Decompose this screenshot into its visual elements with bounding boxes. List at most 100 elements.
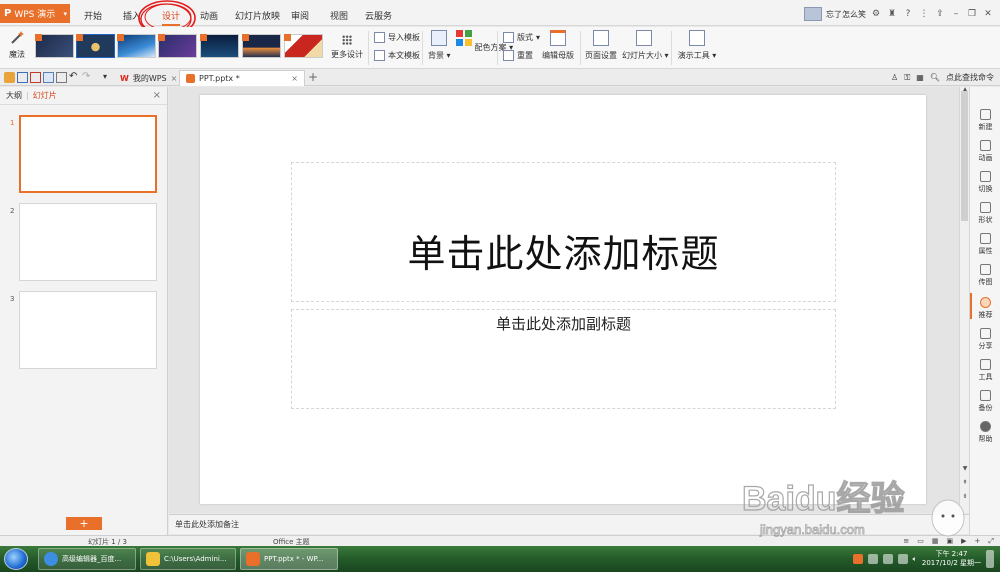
normal-view-icon[interactable]: ▭	[917, 537, 924, 546]
close-icon[interactable]: ×	[171, 74, 178, 83]
save-icon[interactable]	[17, 72, 28, 83]
taskbar-item-browser[interactable]: 高级编辑器_百度...	[38, 548, 136, 570]
scrollbar-thumb[interactable]	[961, 91, 968, 221]
tab-insert[interactable]: 插入	[123, 9, 141, 22]
slide-thumbnail-1[interactable]	[19, 115, 157, 193]
reset-button[interactable]: 重置	[503, 48, 533, 62]
open-folder-icon[interactable]	[4, 72, 15, 83]
customize-toolbar-icon[interactable]: ▾	[103, 72, 114, 83]
zoom-in-icon[interactable]: +	[975, 537, 981, 546]
sidebar-item-recommend[interactable]: 推荐	[970, 293, 1000, 320]
undo-icon[interactable]: ↶	[69, 72, 80, 83]
maximize-icon[interactable]: ❐	[966, 8, 978, 20]
sidebar-item-properties[interactable]: 属性	[970, 233, 1000, 256]
subtitle-placeholder[interactable]: 单击此处添加副标题	[291, 309, 836, 409]
tab-home[interactable]: 开始	[84, 9, 102, 22]
color-scheme-button[interactable]: 配色方案 ▾	[456, 30, 513, 53]
sogou-icon[interactable]	[852, 554, 863, 564]
tab-review[interactable]: 审阅	[291, 9, 309, 22]
design-template-6[interactable]	[242, 34, 281, 58]
grid-view-icon[interactable]: ▦	[916, 73, 924, 82]
design-template-2[interactable]	[76, 34, 115, 58]
tab-cloud[interactable]: 云服务	[365, 9, 392, 22]
presentation-tools-button[interactable]: 演示工具 ▾	[677, 30, 717, 61]
title-placeholder[interactable]: 单击此处添加标题	[291, 162, 836, 302]
tab-design[interactable]: 设计	[162, 9, 181, 26]
close-icon[interactable]: ✕	[982, 8, 994, 20]
sidebar-item-backup[interactable]: 备份	[970, 390, 1000, 413]
sidebar-item-animation[interactable]: 动画	[970, 140, 1000, 163]
close-icon[interactable]: ×	[153, 90, 161, 101]
tray-app-icon[interactable]	[882, 554, 893, 564]
design-template-3[interactable]	[117, 34, 156, 58]
taskbar-item-explorer[interactable]: C:\Users\Admini...	[140, 548, 236, 570]
tab-outline[interactable]: 大纲	[6, 90, 22, 101]
fit-window-icon[interactable]: ⤢	[988, 537, 994, 546]
avatar[interactable]	[804, 7, 822, 21]
minimize-icon[interactable]: –	[950, 8, 962, 20]
lock-icon[interactable]: ⚿	[904, 73, 910, 83]
layout-button[interactable]: 版式 ▾	[503, 30, 540, 44]
vertical-scrollbar[interactable]: ▲ ▼ ⇞ ⇟	[959, 86, 969, 513]
sidebar-item-new[interactable]: 新建	[970, 109, 1000, 132]
taskbar-item-wps[interactable]: PPT.pptx * - WP...	[240, 548, 338, 570]
sidebar-item-upload-image[interactable]: 传图	[970, 264, 1000, 287]
help-icon[interactable]: ?	[902, 8, 914, 20]
more-icon[interactable]: ⋮	[918, 8, 930, 20]
tab-view[interactable]: 视图	[330, 9, 348, 22]
clock[interactable]: 下午 2:47 2017/10/2 星期一	[922, 550, 981, 568]
design-template-5[interactable]	[200, 34, 239, 58]
search-commands[interactable]: 点此查找命令	[946, 72, 994, 83]
slide-thumbnail-2[interactable]	[19, 203, 157, 281]
restore-ribbon-icon[interactable]: ⇪	[934, 8, 946, 20]
show-desktop-button[interactable]	[986, 550, 994, 568]
tab-slideshow[interactable]: 幻灯片放映	[235, 9, 280, 22]
sidebar-item-transition[interactable]: 切换	[970, 171, 1000, 194]
print-preview-icon[interactable]	[56, 72, 67, 83]
sidebar-item-shapes[interactable]: 形状	[970, 202, 1000, 225]
start-button[interactable]	[4, 548, 28, 570]
sorter-view-icon[interactable]: ▦	[932, 537, 939, 546]
notes-area[interactable]: 单击此处添加备注	[169, 514, 969, 534]
reading-view-icon[interactable]: ▣	[947, 537, 954, 546]
slide-canvas[interactable]: 单击此处添加标题 单击此处添加副标题	[200, 95, 926, 504]
close-icon[interactable]: ×	[291, 74, 298, 83]
sidebar-item-share[interactable]: 分享	[970, 328, 1000, 351]
scroll-down-icon[interactable]: ▼	[961, 465, 969, 472]
magic-button[interactable]: 魔法	[4, 30, 30, 66]
slide-size-button[interactable]: 幻灯片大小 ▾	[622, 30, 669, 61]
design-template-4[interactable]	[158, 34, 197, 58]
sidebar-item-help[interactable]: 帮助	[970, 421, 1000, 444]
tab-my-wps[interactable]: W 我的WPS ×	[114, 70, 183, 86]
tray-app-icon[interactable]	[867, 554, 878, 564]
slideshow-icon[interactable]: ▶	[961, 537, 966, 546]
import-template-button[interactable]: 导入模板	[374, 30, 420, 44]
more-design-button[interactable]: 更多设计	[330, 35, 364, 60]
design-template-7[interactable]	[284, 34, 323, 58]
tab-animation[interactable]: 动画	[200, 9, 218, 22]
background-button[interactable]: 背景 ▾	[428, 30, 451, 61]
sidebar-item-tools[interactable]: 工具	[970, 359, 1000, 382]
search-icon[interactable]: 🔍︎	[930, 73, 940, 82]
tab-slides[interactable]: 幻灯片	[33, 90, 57, 101]
print-icon[interactable]	[43, 72, 54, 83]
export-pdf-icon[interactable]	[30, 72, 41, 83]
page-down-icon[interactable]: ⇟	[961, 493, 969, 500]
page-up-icon[interactable]: ⇞	[961, 479, 969, 486]
notes-toggle-icon[interactable]: ≡	[903, 537, 909, 546]
edit-master-button[interactable]: 编辑母版	[541, 30, 575, 61]
user-name[interactable]: 忘了怎么笑	[826, 9, 866, 20]
slide-thumbnail-3[interactable]	[19, 291, 157, 369]
page-setup-button[interactable]: 页面设置	[585, 30, 617, 61]
volume-icon[interactable]: 🔈︎	[913, 555, 917, 564]
add-slide-button[interactable]: +	[66, 517, 102, 530]
app-menu-button[interactable]: P WPS 演示 ▾	[0, 4, 70, 23]
design-template-1[interactable]	[35, 34, 74, 58]
shirt-icon[interactable]: ♜	[886, 8, 898, 20]
settings-icon[interactable]: ⚙	[870, 8, 882, 20]
tab-document[interactable]: PPT.pptx * ×	[179, 70, 305, 86]
user-icon[interactable]: ♙	[891, 73, 898, 82]
network-icon[interactable]	[897, 554, 908, 564]
new-tab-button[interactable]: +	[308, 70, 318, 84]
this-template-button[interactable]: 本文模板	[374, 48, 420, 62]
